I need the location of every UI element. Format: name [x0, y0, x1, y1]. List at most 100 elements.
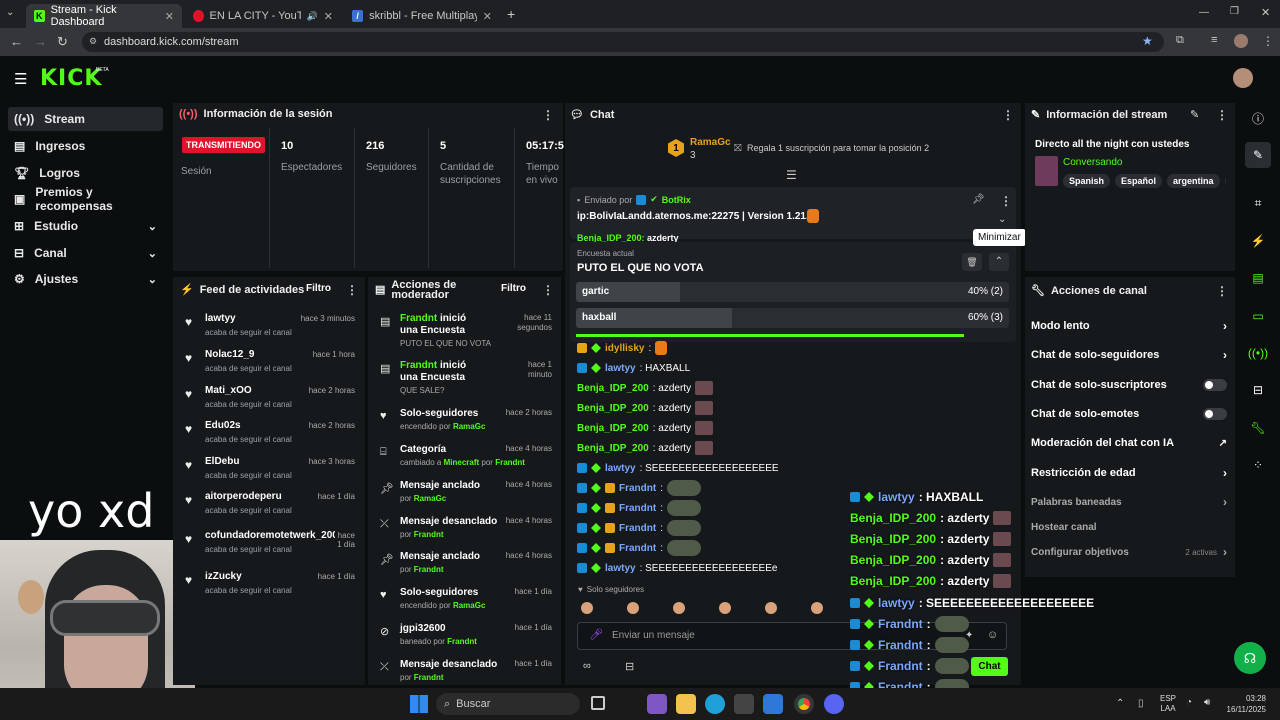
info-icon[interactable]: ⓘ	[1245, 105, 1271, 131]
session-menu-icon[interactable]: ⋮	[542, 108, 554, 122]
chat-message[interactable]: lawtyy: SEEEEEEEEEEEEEEEEEEe	[577, 560, 777, 576]
moderator-action-item[interactable]: ♥ Solo-seguidores encendido por RamaGc hace…	[378, 408, 554, 448]
chat-message[interactable]: Frandnt:	[577, 500, 701, 516]
microphone-icon[interactable]: 🎤︎	[589, 628, 603, 641]
lightning-rail-icon[interactable]: ⚡	[1245, 228, 1271, 254]
activity-feed-item[interactable]: ♥ ElDebu acaba de seguir el canal hace 3 ho…	[183, 456, 359, 486]
crop-icon[interactable]: ⌗	[1245, 190, 1271, 216]
sidebar-item-premios[interactable]: ▣ Premios y recompensas	[8, 185, 163, 213]
window-minimize-icon[interactable]: —	[1199, 7, 1209, 18]
kick-logo[interactable]: KICK	[40, 66, 102, 91]
follower-name[interactable]: Edu02s	[205, 420, 305, 431]
ms-store-icon[interactable]	[734, 694, 754, 714]
edit-stream-icon[interactable]: ✎	[1190, 108, 1199, 121]
activity-feed-item[interactable]: ♥ Edu02s acaba de seguir el canal hace 2 ho…	[183, 420, 359, 450]
detail-user[interactable]: Minecraft	[444, 458, 480, 467]
channel-action-item[interactable]: Chat de solo-seguidores ›	[1031, 347, 1227, 363]
chat-message[interactable]: Benja_IDP_200: azderty	[577, 420, 714, 436]
chat-username[interactable]: Benja_IDP_200	[577, 403, 649, 414]
profile-avatar-icon[interactable]	[1234, 34, 1248, 48]
tag[interactable]: ch	[1224, 174, 1226, 188]
follower-name[interactable]: cofundadoremotetwerk_200	[205, 530, 335, 541]
chat-message[interactable]: lawtyy: SEEEEEEEEEEEEEEEEEEE	[577, 460, 779, 476]
chat-username[interactable]: lawtyy	[605, 463, 636, 474]
edit-icon[interactable]: ✎	[1245, 142, 1271, 168]
bookmark-star-icon[interactable]: ★	[1142, 34, 1153, 48]
stream-info-menu-icon[interactable]: ⋮	[1216, 108, 1228, 122]
media-control-icon[interactable]: ≡	[1211, 34, 1217, 46]
follower-name[interactable]: izZucky	[205, 571, 305, 582]
tab-skribbl[interactable]: / skribbl - Free Multiplayer Draw ✕	[344, 4, 500, 28]
chat-username[interactable]: lawtyy	[605, 563, 636, 574]
broadcast-rail-icon[interactable]: ((•))	[1245, 340, 1271, 366]
activity-feed-item[interactable]: ♥ lawtyy acaba de seguir el canal hace 3 mi…	[183, 313, 359, 343]
close-tab-icon[interactable]: ✕	[165, 10, 174, 23]
activity-feed-item[interactable]: ♥ Nolac12_9 acaba de seguir el canal hace 1…	[183, 349, 359, 379]
mail-icon[interactable]	[763, 694, 783, 714]
chrome-icon[interactable]	[794, 694, 814, 714]
speaker-icon[interactable]: 🔊	[307, 11, 318, 22]
follower-name[interactable]: Mati_xOO	[205, 385, 305, 396]
tab-youtube-music[interactable]: EN LA CITY - YouTube Musi 🔊 ✕	[185, 4, 341, 28]
follower-name[interactable]: ElDebu	[205, 456, 305, 467]
quick-emote[interactable]	[627, 602, 639, 614]
poll-option-haxball[interactable]: haxball 60% (3)	[576, 308, 1009, 328]
chat-username[interactable]: Frandnt	[619, 483, 656, 494]
chat-message[interactable]: Frandnt:	[577, 480, 701, 496]
layout-rail-icon[interactable]: ⊟	[1245, 377, 1271, 403]
detail-user[interactable]: Frandnt	[414, 673, 444, 682]
site-info-icon[interactable]: ⚙	[89, 36, 97, 47]
feed-filter-button[interactable]: Filtro	[306, 283, 331, 294]
sidebar-item-ajustes[interactable]: ⚙ Ajustes ⌄	[8, 267, 163, 291]
activity-feed-item[interactable]: ♥ Mati_xOO acaba de seguir el canal hace 2 …	[183, 385, 359, 415]
clipboard-rail-icon[interactable]: ▤	[1245, 265, 1271, 291]
taskbar-search[interactable]: ⌕ Buscar	[436, 693, 580, 715]
detail-user[interactable]: Frandnt	[414, 530, 444, 539]
support-chat-button[interactable]: ☊	[1234, 642, 1266, 674]
sidebar-item-stream[interactable]: ((•)) Stream	[8, 107, 163, 131]
store-app-icon[interactable]	[647, 694, 667, 714]
chat-message[interactable]: Frandnt:	[577, 540, 701, 556]
channel-action-item[interactable]: Palabras baneadas ›	[1031, 494, 1227, 510]
chat-username[interactable]: Benja_IDP_200	[577, 443, 649, 454]
moderator-name[interactable]: Frandnt	[400, 313, 437, 324]
moderator-action-item[interactable]: ⊘ jgpi32600 baneado por Frandnt hace 1 día	[378, 623, 554, 663]
user-avatar[interactable]	[1233, 68, 1253, 88]
tray-app-icon[interactable]: ▯	[1138, 698, 1144, 709]
tab-kick-dashboard[interactable]: K Stream - Kick Dashboard ✕	[26, 4, 182, 28]
send-chat-button[interactable]: Chat	[971, 657, 1008, 676]
rewards-icon[interactable]: ∞	[583, 660, 591, 672]
toggle-switch[interactable]	[1203, 379, 1227, 391]
activity-feed-item[interactable]: ♥ izZucky acaba de seguir el canal hace 1 d…	[183, 571, 359, 601]
language-indicator[interactable]: ESP LAA	[1160, 694, 1176, 714]
chat-message[interactable]: Benja_IDP_200: azderty	[577, 440, 714, 456]
channel-action-item[interactable]: Modo lento ›	[1031, 318, 1227, 334]
channel-actions-menu-icon[interactable]: ⋮	[1216, 284, 1228, 298]
activity-feed-item[interactable]: ♥ aitorperodeperu acaba de seguir el canal…	[183, 491, 359, 521]
edge-icon[interactable]	[705, 694, 725, 714]
sidebar-item-logros[interactable]: 🏆︎ Logros	[8, 161, 163, 185]
chat-username[interactable]: Benja_IDP_200	[577, 383, 649, 394]
moderator-action-item[interactable]: ▤ Frandnt inició una Encuesta PUTO EL QUE …	[378, 313, 554, 353]
detail-user[interactable]: RamaGc	[453, 422, 485, 431]
quick-emote[interactable]	[673, 602, 685, 614]
dots-rail-icon[interactable]: ⁘	[1245, 452, 1271, 478]
tab-search-button[interactable]: ⌄	[6, 7, 14, 18]
chat-username[interactable]: Frandnt	[619, 543, 656, 554]
chat-username[interactable]: lawtyy	[605, 363, 636, 374]
volume-icon[interactable]: 🔊︎	[1204, 697, 1210, 708]
category-name[interactable]: Conversando	[1063, 157, 1122, 168]
forward-icon[interactable]: →	[34, 34, 47, 49]
mod-menu-icon[interactable]: ⋮	[542, 283, 554, 297]
activity-feed-item[interactable]: ♥ cofundadoremotetwerk_200 acaba de seguir…	[183, 530, 359, 560]
pin-icon[interactable]: 📌︎	[972, 194, 985, 205]
task-view-icon[interactable]	[591, 696, 605, 710]
detail-user[interactable]: Frandnt	[495, 458, 525, 467]
network-icon[interactable]: ◔	[1186, 697, 1192, 708]
file-explorer-icon[interactable]	[676, 694, 696, 714]
chat-message[interactable]: Benja_IDP_200: azderty	[577, 400, 714, 416]
channel-action-item[interactable]: Hostear canal	[1031, 519, 1227, 535]
follower-name[interactable]: Nolac12_9	[205, 349, 305, 360]
channel-action-item[interactable]: Chat de solo-emotes	[1031, 406, 1227, 422]
top-gifter-name[interactable]: RamaGc	[690, 137, 731, 148]
